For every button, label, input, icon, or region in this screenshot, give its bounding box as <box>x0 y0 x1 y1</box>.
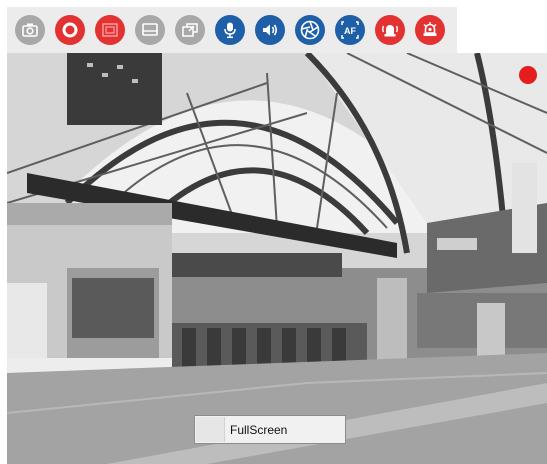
alarm-icon <box>382 25 398 37</box>
station-scene-image <box>7 53 547 464</box>
alarm-button[interactable] <box>375 15 405 45</box>
camera-icon <box>22 23 38 37</box>
monitor-icon <box>142 23 158 36</box>
context-menu: FullScreen <box>194 415 346 444</box>
speaker-button[interactable] <box>255 15 285 45</box>
microphone-icon <box>224 22 236 39</box>
camera-video-feed[interactable] <box>7 53 547 464</box>
context-menu-icon-gutter <box>196 417 225 442</box>
autofocus-icon: AF <box>341 21 359 39</box>
record-circle-icon <box>62 22 78 38</box>
zoom-rectangle-icon <box>102 23 118 37</box>
autofocus-label: AF <box>344 26 356 36</box>
microphone-button[interactable] <box>215 15 245 45</box>
aperture-icon <box>300 20 320 40</box>
fullscreen-menu-item[interactable]: FullScreen <box>230 423 287 437</box>
snapshot-button[interactable] <box>15 15 45 45</box>
record-button[interactable] <box>55 15 85 45</box>
display-button[interactable] <box>135 15 165 45</box>
autofocus-button[interactable]: AF <box>335 15 365 45</box>
zoom-region-button[interactable] <box>95 15 125 45</box>
window-restore-icon <box>182 23 198 37</box>
siren-icon <box>423 22 437 36</box>
toolbar: AF <box>7 7 457 53</box>
iris-button[interactable] <box>295 15 325 45</box>
speaker-icon <box>263 24 278 36</box>
siren-button[interactable] <box>415 15 445 45</box>
window-button[interactable] <box>175 15 205 45</box>
recording-indicator <box>519 66 537 84</box>
